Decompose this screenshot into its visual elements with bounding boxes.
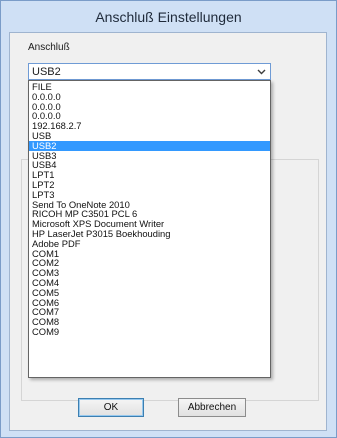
port-option[interactable]: LPT3 (29, 190, 270, 200)
window-title: Anschluß Einstellungen (95, 9, 242, 25)
port-option[interactable]: USB2 (29, 140, 270, 151)
port-option[interactable]: LPT1 (29, 170, 270, 180)
port-select-value: USB2 (32, 66, 61, 78)
title-bar[interactable]: Anschluß Einstellungen (1, 1, 336, 31)
port-option[interactable]: Microsoft XPS Document Writer (29, 219, 270, 229)
port-option[interactable]: COM3 (29, 268, 270, 278)
port-option[interactable]: FILE (29, 82, 270, 92)
port-option[interactable]: COM8 (29, 317, 270, 327)
port-option[interactable]: 0.0.0.0 (29, 92, 270, 102)
port-option[interactable]: 192.168.2.7 (29, 121, 270, 131)
port-option[interactable]: COM5 (29, 288, 270, 298)
port-option[interactable]: HP LaserJet P3015 Boekhouding (29, 229, 270, 239)
port-label: Anschluß (28, 42, 70, 53)
port-option[interactable]: USB (29, 131, 270, 141)
port-option[interactable]: COM9 (29, 327, 270, 337)
port-select[interactable]: USB2 (28, 63, 271, 80)
port-option[interactable]: 0.0.0.0 (29, 111, 270, 121)
port-option[interactable]: USB4 (29, 160, 270, 170)
port-option[interactable]: COM2 (29, 258, 270, 268)
port-option[interactable]: RICOH MP C3501 PCL 6 (29, 209, 270, 219)
port-dropdown-list[interactable]: FILE 0.0.0.0 0.0.0.0 0.0.0.0 192.168.2.7 USB U… (28, 80, 271, 378)
port-option[interactable]: 0.0.0.0 (29, 102, 270, 112)
port-option[interactable]: COM4 (29, 278, 270, 288)
port-option[interactable]: Adobe PDF (29, 239, 270, 249)
port-option[interactable]: LPT2 (29, 180, 270, 190)
port-option[interactable]: COM7 (29, 307, 270, 317)
port-option[interactable]: COM1 (29, 249, 270, 259)
chevron-down-icon[interactable] (255, 65, 268, 78)
port-option[interactable]: COM6 (29, 298, 270, 308)
port-option[interactable]: Send To OneNote 2010 (29, 200, 270, 210)
cancel-button[interactable]: Abbrechen (178, 398, 246, 417)
port-option[interactable]: USB3 (29, 151, 270, 161)
ok-button[interactable]: OK (78, 398, 144, 417)
